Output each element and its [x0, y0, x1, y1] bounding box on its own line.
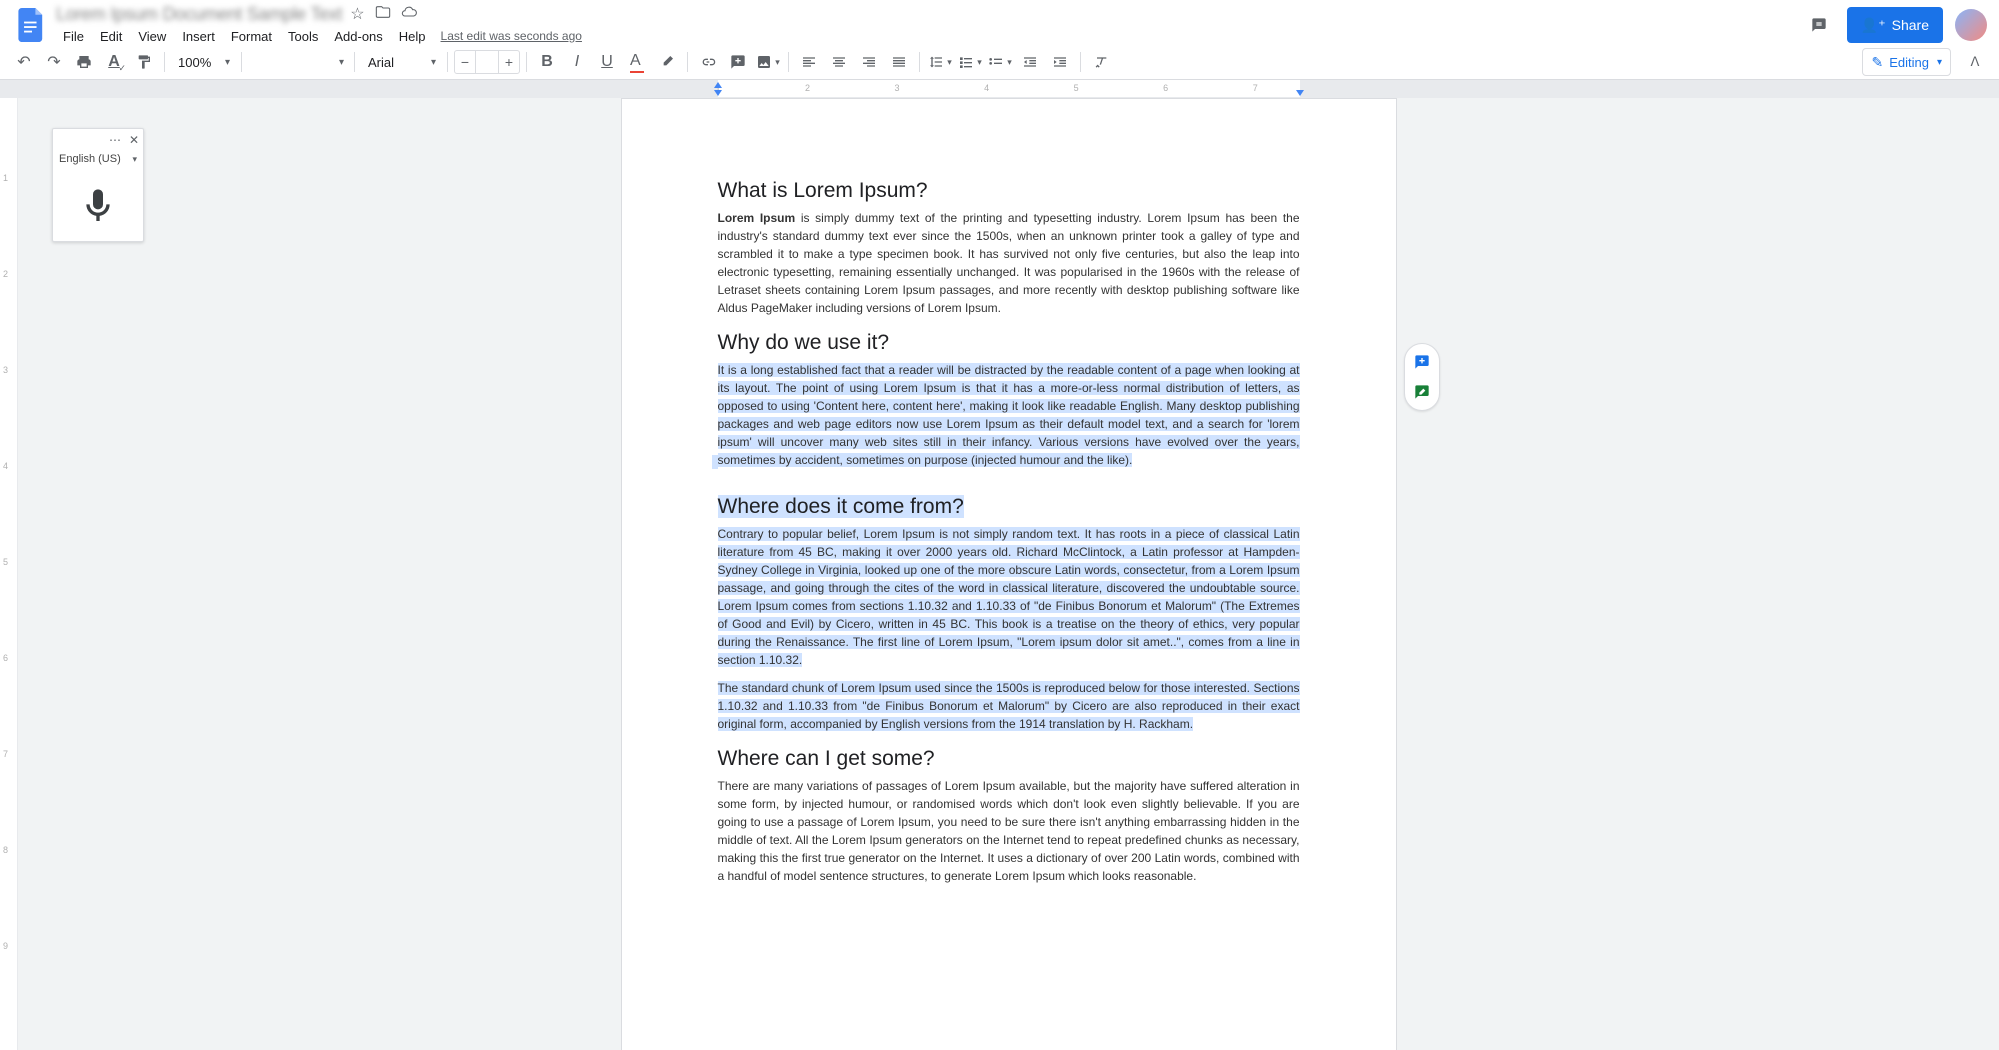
increase-indent-button[interactable]	[1046, 48, 1074, 76]
suggest-edits-side-icon[interactable]	[1410, 380, 1434, 404]
highlight-color-button[interactable]	[653, 48, 681, 76]
paragraph-1[interactable]: Lorem Ipsum is simply dummy text of the …	[718, 209, 1300, 317]
heading-1[interactable]: What is Lorem Ipsum?	[718, 179, 1300, 203]
undo-button[interactable]: ↶	[10, 48, 38, 76]
menu-format[interactable]: Format	[224, 27, 279, 46]
bold-button[interactable]: B	[533, 48, 561, 76]
menu-help[interactable]: Help	[392, 27, 433, 46]
insert-image-button[interactable]	[754, 48, 782, 76]
docs-logo-icon[interactable]	[12, 5, 52, 45]
voice-typing-panel: ⋯ ✕ English (US)	[52, 128, 144, 242]
cloud-status-icon[interactable]	[401, 4, 417, 25]
person-icon: 👤⁺	[1861, 17, 1886, 34]
star-icon[interactable]: ☆	[350, 4, 364, 24]
menu-view[interactable]: View	[131, 27, 173, 46]
paragraph-4[interactable]: The standard chunk of Lorem Ipsum used s…	[718, 679, 1300, 733]
underline-button[interactable]: U	[593, 48, 621, 76]
title-bar: Lorem Ipsum Document Sample Text ☆ File …	[0, 0, 1999, 44]
checklist-button[interactable]	[956, 48, 984, 76]
menu-insert[interactable]: Insert	[175, 27, 222, 46]
redo-button[interactable]: ↷	[40, 48, 68, 76]
menu-tools[interactable]: Tools	[281, 27, 325, 46]
share-button[interactable]: 👤⁺ Share	[1847, 7, 1943, 43]
voice-close-icon[interactable]: ✕	[129, 133, 139, 147]
share-label: Share	[1892, 17, 1929, 33]
move-icon[interactable]	[375, 4, 391, 25]
selection-start-marker	[712, 455, 718, 469]
menu-edit[interactable]: Edit	[93, 27, 129, 46]
menu-bar: File Edit View Insert Format Tools Add-o…	[56, 25, 1803, 47]
add-comment-button[interactable]	[724, 48, 752, 76]
document-title[interactable]: Lorem Ipsum Document Sample Text	[56, 4, 342, 25]
account-avatar[interactable]	[1955, 9, 1987, 41]
clear-formatting-button[interactable]	[1087, 48, 1115, 76]
document-canvas[interactable]: What is Lorem Ipsum? Lorem Ipsum is simp…	[18, 98, 1999, 1050]
line-spacing-button[interactable]	[926, 48, 954, 76]
align-left-button[interactable]	[795, 48, 823, 76]
heading-4[interactable]: Where can I get some?	[718, 747, 1300, 771]
toolbar: ↶ ↷ A✓ 100% Arial − + B I U A Editing ᐱ	[0, 44, 1999, 80]
menu-file[interactable]: File	[56, 27, 91, 46]
font-size-control: − +	[454, 50, 520, 74]
paint-format-button[interactable]	[130, 48, 158, 76]
paragraph-2[interactable]: It is a long established fact that a rea…	[718, 361, 1300, 469]
voice-menu-icon[interactable]: ⋯	[109, 133, 121, 147]
heading-2[interactable]: Why do we use it?	[718, 331, 1300, 355]
font-size-input[interactable]	[475, 51, 499, 73]
workspace: 1234567 123456789 What is Lorem Ipsum? L…	[0, 80, 1999, 1050]
font-size-increase[interactable]: +	[499, 54, 519, 70]
editing-mode-select[interactable]: Editing	[1862, 48, 1951, 76]
font-size-decrease[interactable]: −	[455, 54, 475, 70]
spellcheck-button[interactable]: A✓	[100, 48, 128, 76]
hide-menus-button[interactable]: ᐱ	[1961, 48, 1989, 76]
bulleted-list-button[interactable]	[986, 48, 1014, 76]
text-color-button[interactable]: A	[623, 48, 651, 76]
paragraph-3[interactable]: Contrary to popular belief, Lorem Ipsum …	[718, 525, 1300, 669]
horizontal-ruler[interactable]: 1234567	[0, 80, 1999, 98]
paragraph-5[interactable]: There are many variations of passages of…	[718, 777, 1300, 885]
vertical-ruler[interactable]: 123456789	[0, 98, 18, 1050]
page-1: What is Lorem Ipsum? Lorem Ipsum is simp…	[622, 99, 1396, 1050]
align-justify-button[interactable]	[885, 48, 913, 76]
last-edit-link[interactable]: Last edit was seconds ago	[441, 29, 582, 43]
font-family-select[interactable]: Arial	[361, 50, 441, 74]
italic-button[interactable]: I	[563, 48, 591, 76]
paragraph-style-select[interactable]	[248, 50, 348, 74]
open-comments-icon[interactable]	[1803, 9, 1835, 41]
heading-3[interactable]: Where does it come from?	[718, 495, 1300, 519]
menu-addons[interactable]: Add-ons	[327, 27, 389, 46]
voice-language-select[interactable]: English (US)	[57, 151, 139, 167]
align-center-button[interactable]	[825, 48, 853, 76]
add-comment-side-icon[interactable]	[1410, 350, 1434, 374]
decrease-indent-button[interactable]	[1016, 48, 1044, 76]
insert-link-button[interactable]	[694, 48, 722, 76]
print-button[interactable]	[70, 48, 98, 76]
side-action-rail	[1404, 343, 1440, 411]
zoom-select[interactable]: 100%	[171, 50, 235, 74]
align-right-button[interactable]	[855, 48, 883, 76]
microphone-button[interactable]	[53, 171, 143, 241]
